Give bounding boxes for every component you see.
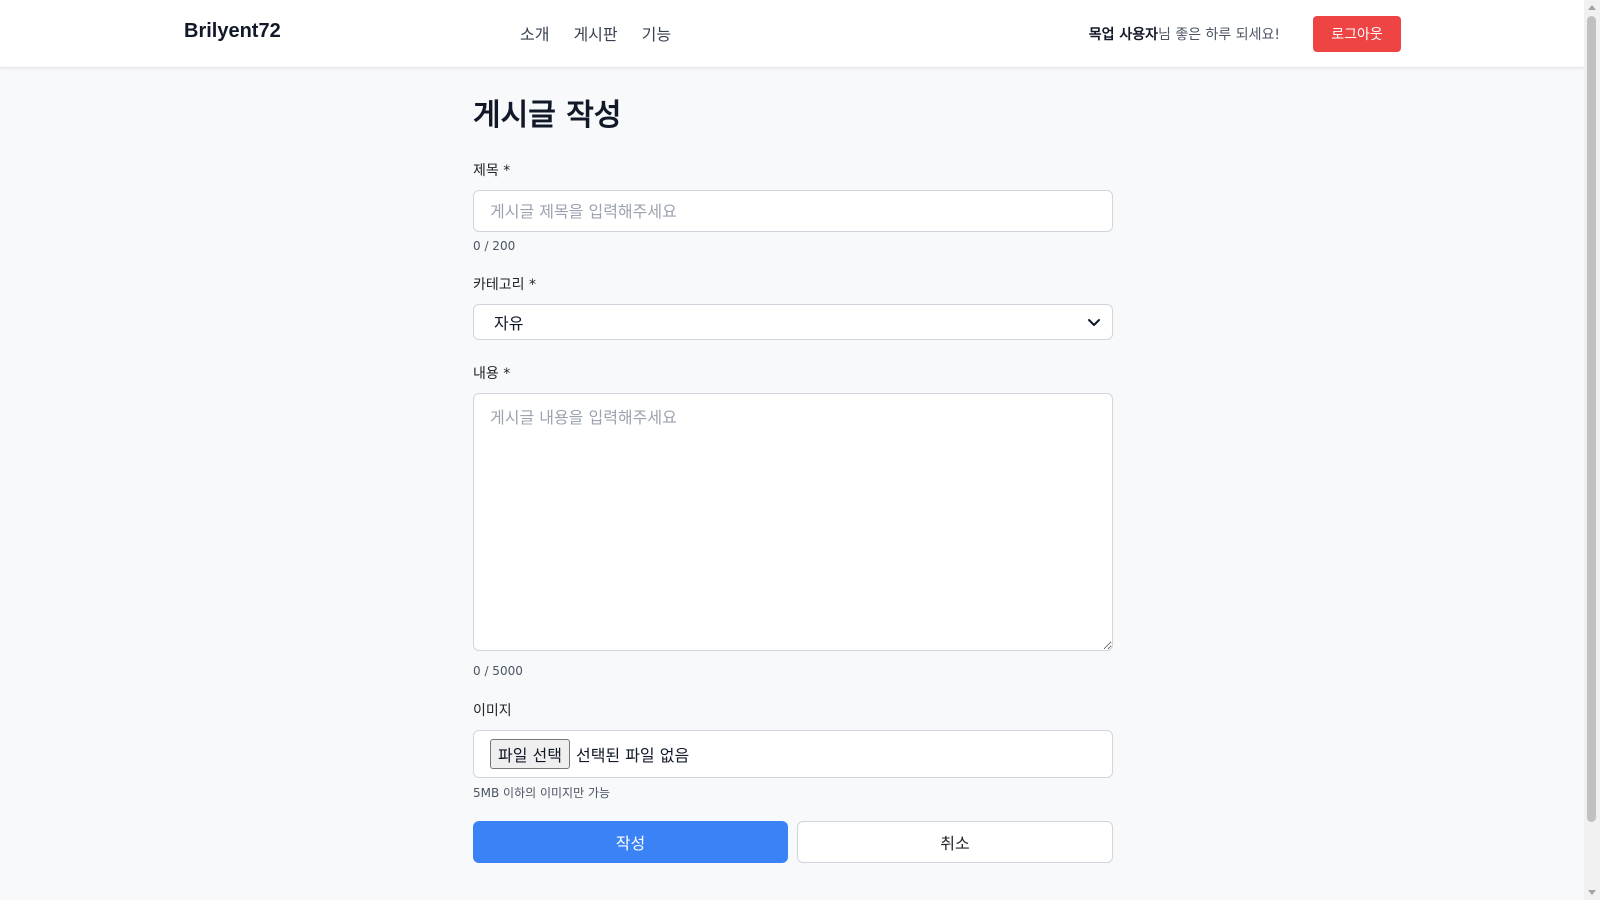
- category-selected-value: 자유: [494, 314, 524, 333]
- content-textarea[interactable]: [473, 393, 1113, 651]
- greeting-text: 님 좋은 하루 되세요!: [1157, 27, 1280, 43]
- page-title: 게시글 작성: [473, 98, 622, 133]
- nav-link-features[interactable]: 기능: [642, 21, 671, 45]
- title-char-counter: 0 / 200: [473, 239, 516, 253]
- nav-link-about[interactable]: 소개: [520, 21, 549, 45]
- content-char-counter: 0 / 5000: [473, 664, 523, 678]
- scroll-up-arrow-icon[interactable]: [1588, 5, 1596, 10]
- content-label: 내용 *: [473, 366, 511, 382]
- user-greeting: 목업 사용자님 좋은 하루 되세요!: [1089, 24, 1280, 44]
- vertical-scrollbar[interactable]: [1584, 0, 1600, 900]
- title-label: 제목 *: [473, 163, 511, 179]
- category-select[interactable]: 자유: [473, 304, 1113, 340]
- user-name: 목업 사용자: [1088, 27, 1158, 43]
- chevron-down-icon: [1088, 319, 1100, 326]
- top-navigation-bar: Brilyent72 소개 게시판 기능 목업 사용자님 좋은 하루 되세요! …: [0, 0, 1584, 68]
- title-input[interactable]: [473, 190, 1113, 232]
- main-navigation: 소개 게시판 기능: [520, 21, 671, 45]
- logout-button[interactable]: 로그아웃: [1313, 16, 1401, 52]
- nav-link-board[interactable]: 게시판: [573, 21, 617, 45]
- cancel-button[interactable]: 취소: [797, 821, 1113, 863]
- viewport: Brilyent72 소개 게시판 기능 목업 사용자님 좋은 하루 되세요! …: [0, 0, 1600, 900]
- file-status-text: 선택된 파일 없음: [575, 746, 690, 765]
- category-label: 카테고리 *: [473, 277, 536, 293]
- image-file-input[interactable]: 파일 선택 선택된 파일 없음: [473, 730, 1113, 778]
- choose-file-button[interactable]: 파일 선택: [490, 739, 570, 769]
- image-size-hint: 5MB 이하의 이미지만 가능: [473, 786, 611, 800]
- scroll-down-arrow-icon[interactable]: [1588, 890, 1596, 895]
- content-field-group: 내용 * 0 / 5000: [473, 363, 1113, 678]
- title-field-group: 제목 * 0 / 200: [473, 160, 1113, 253]
- image-field-group: 이미지 파일 선택 선택된 파일 없음 5MB 이하의 이미지만 가능: [473, 700, 1113, 801]
- image-label: 이미지: [473, 703, 512, 719]
- post-write-form: 게시글 작성 제목 * 0 / 200 카테고리 * 자유 내용 * 0 / 5…: [473, 96, 1113, 863]
- brand-logo[interactable]: Brilyent72: [184, 20, 281, 43]
- submit-button[interactable]: 작성: [473, 821, 788, 863]
- category-field-group: 카테고리 * 자유: [473, 274, 1113, 340]
- scrollbar-thumb[interactable]: [1587, 16, 1596, 822]
- form-actions: 작성 취소: [473, 821, 1113, 863]
